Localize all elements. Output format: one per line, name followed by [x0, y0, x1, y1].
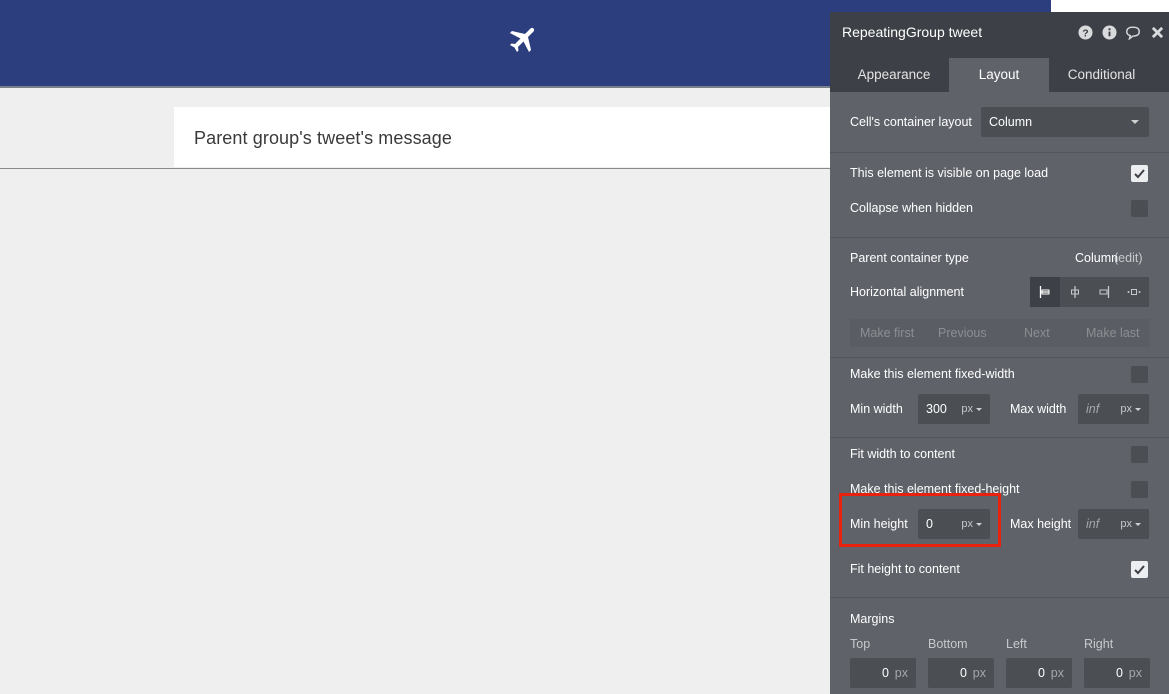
parent-container-value: Column [1075, 251, 1119, 265]
max-height-placeholder: inf [1086, 517, 1100, 531]
svg-text:?: ? [1082, 28, 1088, 39]
margin-bottom-value: 0 [960, 666, 967, 680]
margin-bottom-label: Bottom [928, 637, 968, 651]
margin-right-unit: px [1128, 666, 1142, 680]
collapse-hidden-checkbox[interactable] [1131, 200, 1148, 217]
margin-top-value: 0 [882, 666, 889, 680]
checkmark-icon [1134, 565, 1145, 575]
margin-bottom-input[interactable]: 0 px [928, 658, 994, 688]
max-width-input[interactable]: inf px [1078, 394, 1149, 424]
tab-appearance[interactable]: Appearance [839, 58, 949, 92]
airplane-icon [509, 27, 535, 53]
align-left-icon[interactable] [1030, 277, 1060, 307]
margin-right-label: Right [1084, 637, 1114, 651]
checkmark-icon [1134, 169, 1145, 179]
fixed-width-checkbox[interactable] [1131, 366, 1148, 383]
margin-left-input[interactable]: 0 px [1006, 658, 1072, 688]
min-width-value: 300 [926, 402, 947, 416]
collapse-hidden-label: Collapse when hidden [850, 201, 974, 215]
max-height-unit-select[interactable]: px [1120, 518, 1141, 530]
min-width-unit-select[interactable]: px [961, 403, 982, 415]
tab-conditional[interactable]: Conditional [1049, 58, 1154, 92]
align-center-icon[interactable] [1060, 277, 1090, 307]
max-width-unit-select[interactable]: px [1120, 403, 1141, 415]
previous-button[interactable]: Previous [938, 326, 987, 340]
fit-height-label: Fit height to content [850, 562, 960, 576]
panel-title-bar[interactable]: RepeatingGroup tweet ? [830, 12, 1169, 52]
fit-width-label: Fit width to content [850, 447, 955, 461]
tab-layout[interactable]: Layout [949, 58, 1049, 92]
panel-title: RepeatingGroup tweet [842, 24, 983, 40]
horizontal-alignment-group [1030, 277, 1149, 307]
min-width-input[interactable]: 300 px [918, 394, 990, 424]
margins-label: Margins [850, 612, 895, 626]
make-first-button[interactable]: Make first [860, 326, 914, 340]
horizontal-alignment-label: Horizontal alignment [850, 285, 964, 299]
margin-right-value: 0 [1116, 666, 1123, 680]
max-height-input[interactable]: inf px [1078, 509, 1149, 539]
max-height-label: Max height [1010, 517, 1072, 531]
visible-on-load-label: This element is visible on page load [850, 166, 1049, 180]
margin-top-unit: px [894, 666, 908, 680]
cell-layout-select[interactable]: Column [981, 107, 1149, 137]
annotation-highlight-box [839, 493, 1001, 547]
cell-layout-label: Cell's container layout [850, 115, 972, 129]
margin-left-label: Left [1006, 637, 1027, 651]
help-icon[interactable]: ? [1077, 24, 1093, 40]
cell-layout-value: Column [989, 115, 1033, 129]
margin-left-unit: px [1050, 666, 1064, 680]
margin-left-value: 0 [1038, 666, 1045, 680]
align-right-icon[interactable] [1090, 277, 1120, 307]
min-width-label: Min width [850, 402, 903, 416]
fit-height-checkbox[interactable] [1131, 561, 1148, 578]
parent-container-edit-link[interactable]: (edit) [1114, 251, 1142, 265]
panel-tabs: Appearance Layout Conditional [830, 52, 1169, 92]
make-last-button[interactable]: Make last [1086, 326, 1140, 340]
info-icon[interactable] [1101, 24, 1117, 40]
repeating-group-cell[interactable]: Parent group's tweet's message [174, 107, 834, 167]
divider [830, 237, 1169, 238]
fixed-width-label: Make this element fixed-width [850, 367, 1015, 381]
comment-icon[interactable] [1125, 24, 1141, 40]
max-width-placeholder: inf [1086, 402, 1100, 416]
parent-container-label: Parent container type [850, 251, 969, 265]
fixed-height-checkbox[interactable] [1131, 481, 1148, 498]
margin-top-input[interactable]: 0 px [850, 658, 916, 688]
close-icon[interactable] [1149, 24, 1165, 40]
align-spread-icon[interactable] [1119, 277, 1149, 307]
divider [830, 437, 1169, 438]
visible-on-load-checkbox[interactable] [1131, 165, 1148, 182]
element-order-row: Make first Previous Next Make last [850, 319, 1149, 347]
chevron-down-icon [1131, 120, 1139, 124]
tweet-message-text[interactable]: Parent group's tweet's message [194, 128, 452, 149]
fit-width-checkbox[interactable] [1131, 446, 1148, 463]
divider [830, 152, 1169, 153]
property-editor-panel: RepeatingGroup tweet ? Appearance Layout… [830, 12, 1169, 694]
cell-bottom-border [0, 168, 834, 169]
margin-top-label: Top [850, 637, 871, 651]
divider [830, 597, 1169, 598]
max-width-label: Max width [1010, 402, 1067, 416]
margin-right-input[interactable]: 0 px [1084, 658, 1150, 688]
next-button[interactable]: Next [1024, 326, 1050, 340]
margin-bottom-unit: px [972, 666, 986, 680]
divider [830, 357, 1169, 358]
